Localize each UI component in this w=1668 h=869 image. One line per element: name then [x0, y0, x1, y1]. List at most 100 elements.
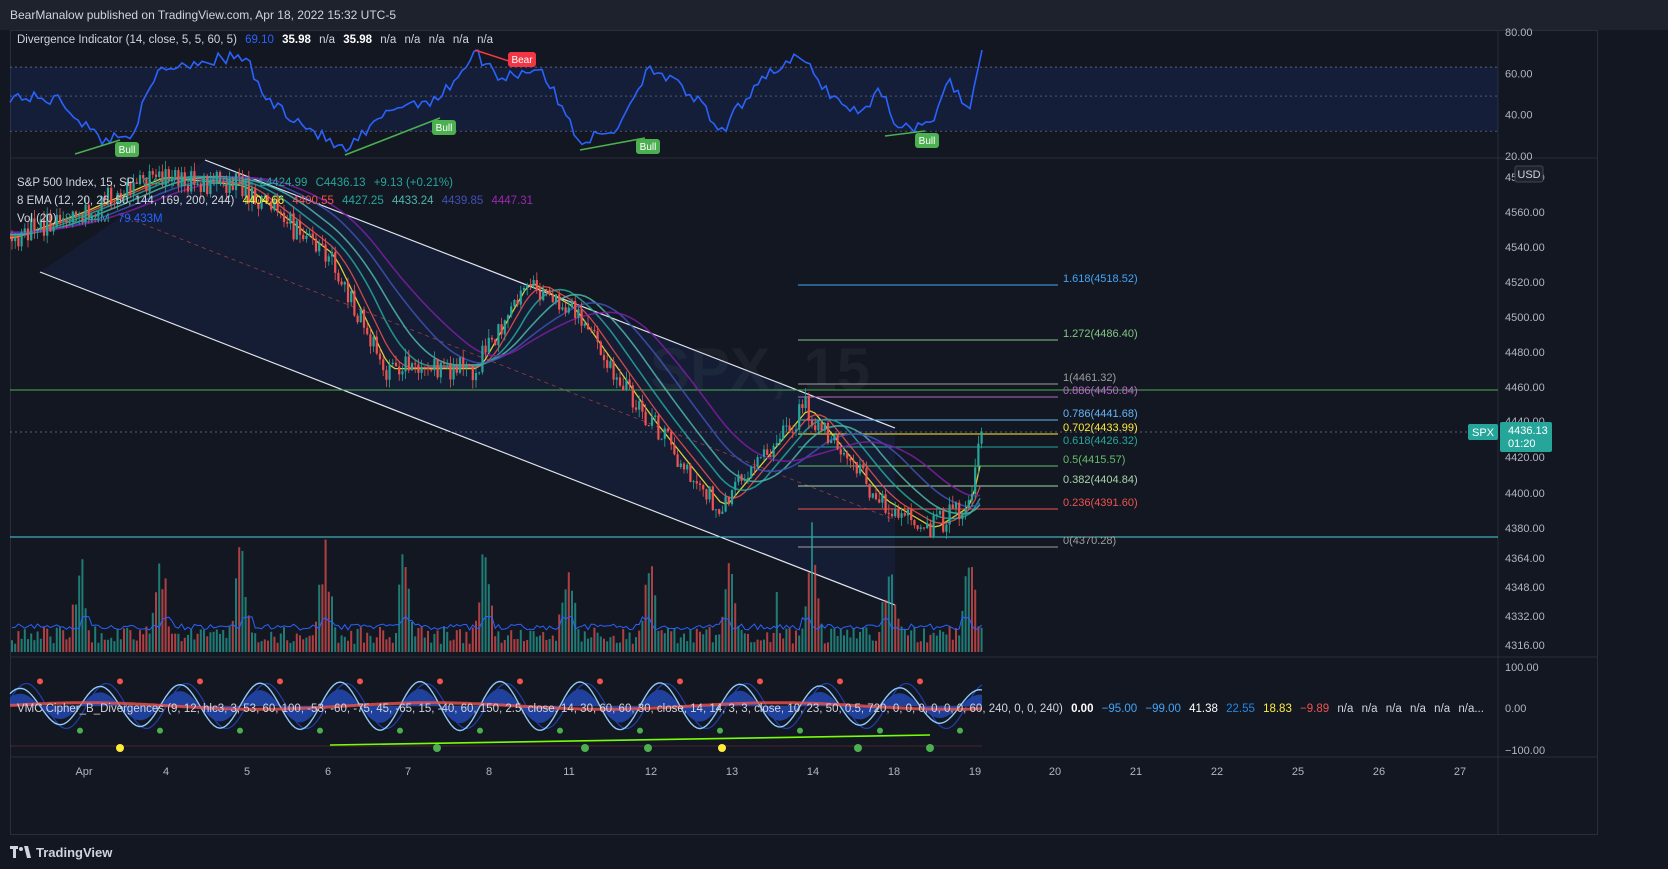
candle-body [743, 479, 746, 481]
candle-body [318, 243, 321, 252]
candle-body [401, 371, 404, 375]
volume-bar [199, 629, 202, 652]
volume-bar [603, 638, 605, 652]
candle-body [442, 362, 446, 364]
volume-bar [740, 629, 743, 652]
candle-body [366, 327, 369, 335]
volume-bar [830, 628, 833, 652]
tradingview-logo[interactable]: TradingView [10, 845, 112, 860]
candle-body [340, 281, 343, 285]
candle-body [433, 358, 436, 371]
time-axis-label: 13 [726, 766, 738, 778]
volume-bar [449, 640, 452, 652]
time-axis-label: 4 [163, 766, 169, 778]
volume-bar [529, 630, 532, 652]
fib-level-label: 1.618(4518.52) [1063, 273, 1138, 285]
volume-bar [372, 642, 375, 652]
candle-body [295, 220, 298, 240]
candle-body [721, 511, 724, 514]
candle-body [410, 363, 414, 371]
candle-body [382, 359, 385, 371]
candle-body [801, 404, 804, 409]
volume-bar [167, 626, 170, 652]
bull-label-text: Bull [119, 145, 136, 156]
currency-label: USD [1517, 169, 1540, 181]
candle-body [551, 294, 554, 303]
volume-bar [459, 629, 461, 652]
volume-bar [388, 637, 391, 652]
volume-bar [542, 631, 545, 652]
volume-bar [782, 638, 785, 652]
candle-body [478, 372, 481, 374]
cipher-sell-dot [757, 678, 763, 685]
candle-body [625, 379, 628, 391]
volume-bar [711, 642, 714, 652]
volume-bar [180, 641, 183, 652]
candle-body [660, 438, 663, 440]
time-axis-label: 7 [405, 766, 411, 778]
volume-bar [494, 636, 497, 652]
volume-bar [843, 635, 845, 652]
volume-bar [267, 640, 269, 652]
candle-body [926, 523, 929, 529]
footer-bar [0, 836, 1668, 869]
candle-body [561, 307, 564, 310]
candle-body [506, 315, 510, 321]
candle-body [615, 377, 618, 380]
volume-bar [295, 633, 298, 652]
volume-bar [119, 639, 122, 652]
volume-bar [548, 639, 551, 652]
volume-bar [475, 620, 477, 652]
volume-bar [651, 566, 653, 652]
volume-bar [174, 633, 177, 652]
candle-body [618, 377, 622, 386]
candle-body [817, 422, 820, 431]
volume-bar [292, 641, 295, 652]
ohlc-change: +9.13 (+0.21%) [373, 177, 453, 189]
volume-bar [283, 627, 285, 652]
candle-body [538, 290, 542, 301]
cipher-buy-dot [637, 727, 643, 734]
candle-body [302, 234, 305, 240]
candle-body [910, 509, 913, 521]
volume-bar [484, 557, 487, 652]
volume-bar [39, 638, 42, 652]
volume-bar [55, 627, 58, 652]
ema-value-4: 4433.24 [391, 195, 434, 207]
fib-level-label: 0(4370.28) [1063, 535, 1116, 547]
time-axis-label: 27 [1454, 766, 1466, 778]
price-axis-label: 4560.00 [1505, 207, 1545, 219]
volume-bar [859, 631, 861, 652]
div-value-7: n/a [452, 34, 469, 46]
volume-bar [417, 628, 420, 652]
volume-bar [891, 574, 893, 652]
price-axis-label: 4500.00 [1505, 312, 1545, 324]
volume-bar [289, 642, 292, 652]
candle-body [26, 228, 30, 241]
time-axis-label: 14 [807, 766, 819, 778]
candle-body [23, 228, 26, 233]
volume-bar [708, 626, 711, 652]
candle-body [298, 220, 302, 235]
volume-bar [929, 634, 932, 652]
bull-divergence-line [74, 139, 121, 155]
candle-body [602, 355, 606, 361]
volume-bar [507, 635, 509, 652]
volume-bar [244, 597, 247, 652]
volume-bar [222, 630, 225, 652]
volume-bar [606, 641, 609, 652]
candle-body [52, 226, 55, 232]
volume-bar [942, 631, 945, 652]
cipher-value-10: n/a [1409, 703, 1426, 715]
volume-bar [196, 633, 199, 652]
volume-bar [769, 642, 772, 652]
candle-body [606, 360, 609, 368]
chart-canvas[interactable]: 80.0060.0040.0020.00BullBullBullBullBear… [0, 0, 1668, 869]
volume-bar [836, 635, 839, 652]
candle-body [913, 520, 916, 526]
candle-body [798, 404, 801, 430]
volume-bar [609, 637, 612, 652]
volume-bar [721, 616, 724, 652]
bull-label-text: Bull [436, 123, 453, 134]
candle-body [686, 464, 689, 470]
